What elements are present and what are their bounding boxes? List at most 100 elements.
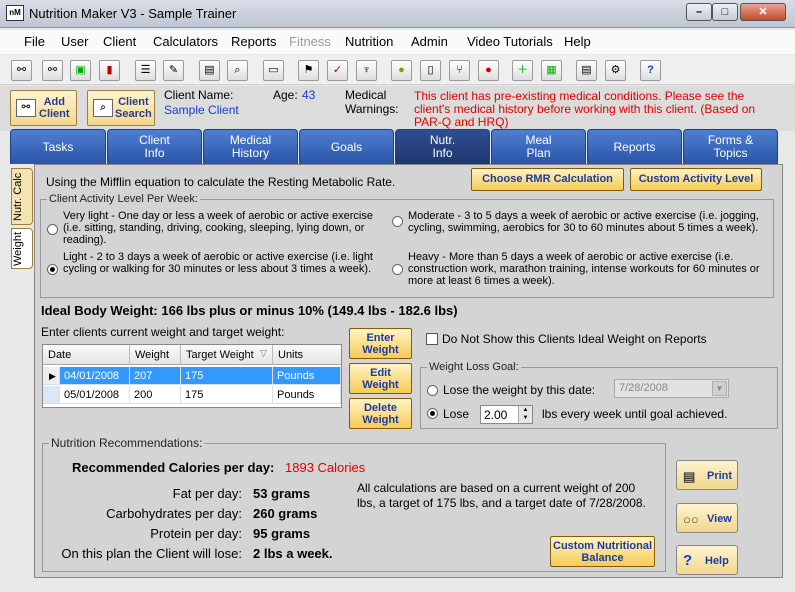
help-icon[interactable]: ? <box>640 60 661 81</box>
tab-tasks[interactable]: Tasks <box>10 129 106 164</box>
ideal-body-weight: Ideal Body Weight: 166 lbs plus or minus… <box>41 303 458 318</box>
printer-icon: ▤ <box>683 469 696 484</box>
checkered-flag-icon[interactable]: ⚑ <box>298 60 319 81</box>
carbohydrates-label: Carbohydrates per day: <box>106 506 242 521</box>
side-tab-weight[interactable]: Weight <box>11 228 33 269</box>
notes-icon[interactable]: ✎ <box>163 60 184 81</box>
menu-reports[interactable]: Reports <box>231 34 277 49</box>
custom-activity-button[interactable]: Custom Activity Level <box>630 168 762 191</box>
apple-icon[interactable]: ● <box>391 60 412 81</box>
chevron-down-icon[interactable]: ▼ <box>712 381 727 396</box>
menu-user[interactable]: User <box>61 34 88 49</box>
cell-target[interactable]: 175 <box>181 367 273 385</box>
app-icon: nM <box>6 5 24 21</box>
menu-fitness: Fitness <box>289 34 331 49</box>
hide-ideal-weight-checkbox[interactable] <box>426 333 438 345</box>
tab-meal-plan[interactable]: Meal Plan <box>491 129 586 164</box>
activity-level-legend: Client Activity Level Per Week: <box>49 193 198 205</box>
cell-units[interactable]: Pounds <box>273 367 341 385</box>
client-name-label: Client Name: <box>164 88 234 102</box>
clipboard-icon[interactable]: ▤ <box>576 60 597 81</box>
enter-weight-button[interactable]: Enter Weight <box>349 328 412 359</box>
menu-client[interactable]: Client <box>103 34 136 49</box>
help-button[interactable]: ? Help <box>676 545 738 575</box>
activity-heavy-radio[interactable] <box>392 264 403 275</box>
delete-weight-button[interactable]: Delete Weight <box>349 398 412 429</box>
lose-per-week-radio[interactable] <box>427 408 438 419</box>
trophy-icon[interactable]: ♆ <box>356 60 377 81</box>
tab-forms-topics[interactable]: Forms & Topics <box>683 129 778 164</box>
activity-light-text: Light - 2 to 3 days a week of aerobic or… <box>63 251 373 275</box>
tab-reports[interactable]: Reports <box>587 129 682 164</box>
print-button[interactable]: ▤ Print <box>676 460 738 490</box>
save-icon[interactable]: ▣ <box>70 60 91 81</box>
view-button[interactable]: ○○ View <box>676 503 738 533</box>
row-selector[interactable] <box>43 386 60 404</box>
add-client-label: Add Client <box>39 96 70 120</box>
minimize-button[interactable]: – <box>686 3 712 21</box>
cell-date[interactable]: 04/01/2008 <box>60 367 130 385</box>
meal-plan-icon[interactable]: ▦ <box>541 60 562 81</box>
activity-moderate-radio[interactable] <box>392 216 403 227</box>
nutrition-recommendations-legend: Nutrition Recommendations: <box>51 436 203 450</box>
custom-nutritional-balance-button[interactable]: Custom Nutritional Balance <box>550 536 655 567</box>
menu-calculators[interactable]: Calculators <box>153 34 218 49</box>
cell-units[interactable]: Pounds <box>273 386 341 404</box>
goal-date-picker[interactable]: 7/28/2008 ▼ <box>614 379 729 398</box>
maximize-button[interactable]: □ <box>712 3 738 21</box>
lose-amount-stepper[interactable]: 2.00 ▲ ▼ <box>480 405 533 424</box>
window-title: Nutrition Maker V3 - Sample Trainer <box>29 6 237 21</box>
wrench-icon[interactable]: ⚙ <box>605 60 626 81</box>
edit-weight-button[interactable]: Edit Weight <box>349 363 412 394</box>
menu-admin[interactable]: Admin <box>411 34 448 49</box>
fat-label: Fat per day: <box>172 486 242 501</box>
menu-nutrition[interactable]: Nutrition <box>345 34 393 49</box>
exit-icon[interactable]: ▮ <box>99 60 120 81</box>
switch-user-icon[interactable]: ⚯ <box>42 60 63 81</box>
tab-client-info[interactable]: Client Info <box>107 129 202 164</box>
view-label: View <box>707 513 732 525</box>
menu-file[interactable]: File <box>24 34 45 49</box>
cell-target[interactable]: 175 <box>181 386 273 404</box>
cell-date[interactable]: 05/01/2008 <box>60 386 130 404</box>
col-header-date[interactable]: Date <box>43 345 130 365</box>
filter-icon[interactable]: ▽ <box>260 348 267 359</box>
client-search-button[interactable]: ⌕ Client Search <box>87 90 155 126</box>
tab-medical-history[interactable]: Medical History <box>203 129 298 164</box>
add-client-icon: ⚯ <box>16 99 36 117</box>
stepper-arrows-icon[interactable]: ▲ ▼ <box>518 406 532 423</box>
menu-video-tutorials[interactable]: Video Tutorials <box>467 34 553 49</box>
checklist-icon[interactable]: ✓ <box>327 60 348 81</box>
client-card-icon[interactable]: ▤ <box>199 60 220 81</box>
lose-per-week-suffix: lbs every week until goal achieved. <box>542 407 728 421</box>
col-header-weight[interactable]: Weight <box>130 345 181 365</box>
utensils-icon[interactable]: ⑂ <box>449 60 470 81</box>
list-icon[interactable]: ☰ <box>135 60 156 81</box>
bottle-icon[interactable]: ▯ <box>420 60 441 81</box>
cell-weight[interactable]: 207 <box>130 367 181 385</box>
cell-weight[interactable]: 200 <box>130 386 181 404</box>
glasses-icon: ○○ <box>683 512 699 527</box>
col-header-units[interactable]: Units <box>273 345 341 365</box>
row-selector-icon[interactable]: ▶ <box>43 367 60 385</box>
activity-light-radio[interactable] <box>47 264 58 275</box>
tab-nutr-info[interactable]: Nutr. Info <box>395 129 490 164</box>
lose-by-date-radio[interactable] <box>427 385 438 396</box>
add-client-button[interactable]: ⚯ Add Client <box>10 90 77 126</box>
goal-date-value: 7/28/2008 <box>619 382 668 394</box>
client-search-icon: ⌕ <box>93 99 113 117</box>
choose-rmr-button[interactable]: Choose RMR Calculation <box>471 168 624 191</box>
activity-very-light-radio[interactable] <box>47 224 58 235</box>
age-label: Age: <box>273 88 298 102</box>
menu-help[interactable]: Help <box>564 34 591 49</box>
document-icon[interactable]: ▭ <box>263 60 284 81</box>
activity-heavy-text: Heavy - More than 5 days a week of aerob… <box>408 251 760 287</box>
add-user-icon[interactable]: ⚯ <box>11 60 32 81</box>
search-icon[interactable]: ⌕ <box>227 60 248 81</box>
close-button[interactable]: ✕ <box>740 3 786 21</box>
tab-goals[interactable]: Goals <box>299 129 394 164</box>
strawberry-icon[interactable]: ● <box>478 60 499 81</box>
side-tab-nutr-calc[interactable]: Nutr. Calc <box>11 168 33 225</box>
add-meal-icon[interactable]: ＋ <box>512 60 533 81</box>
protein-value: 95 grams <box>253 526 311 541</box>
